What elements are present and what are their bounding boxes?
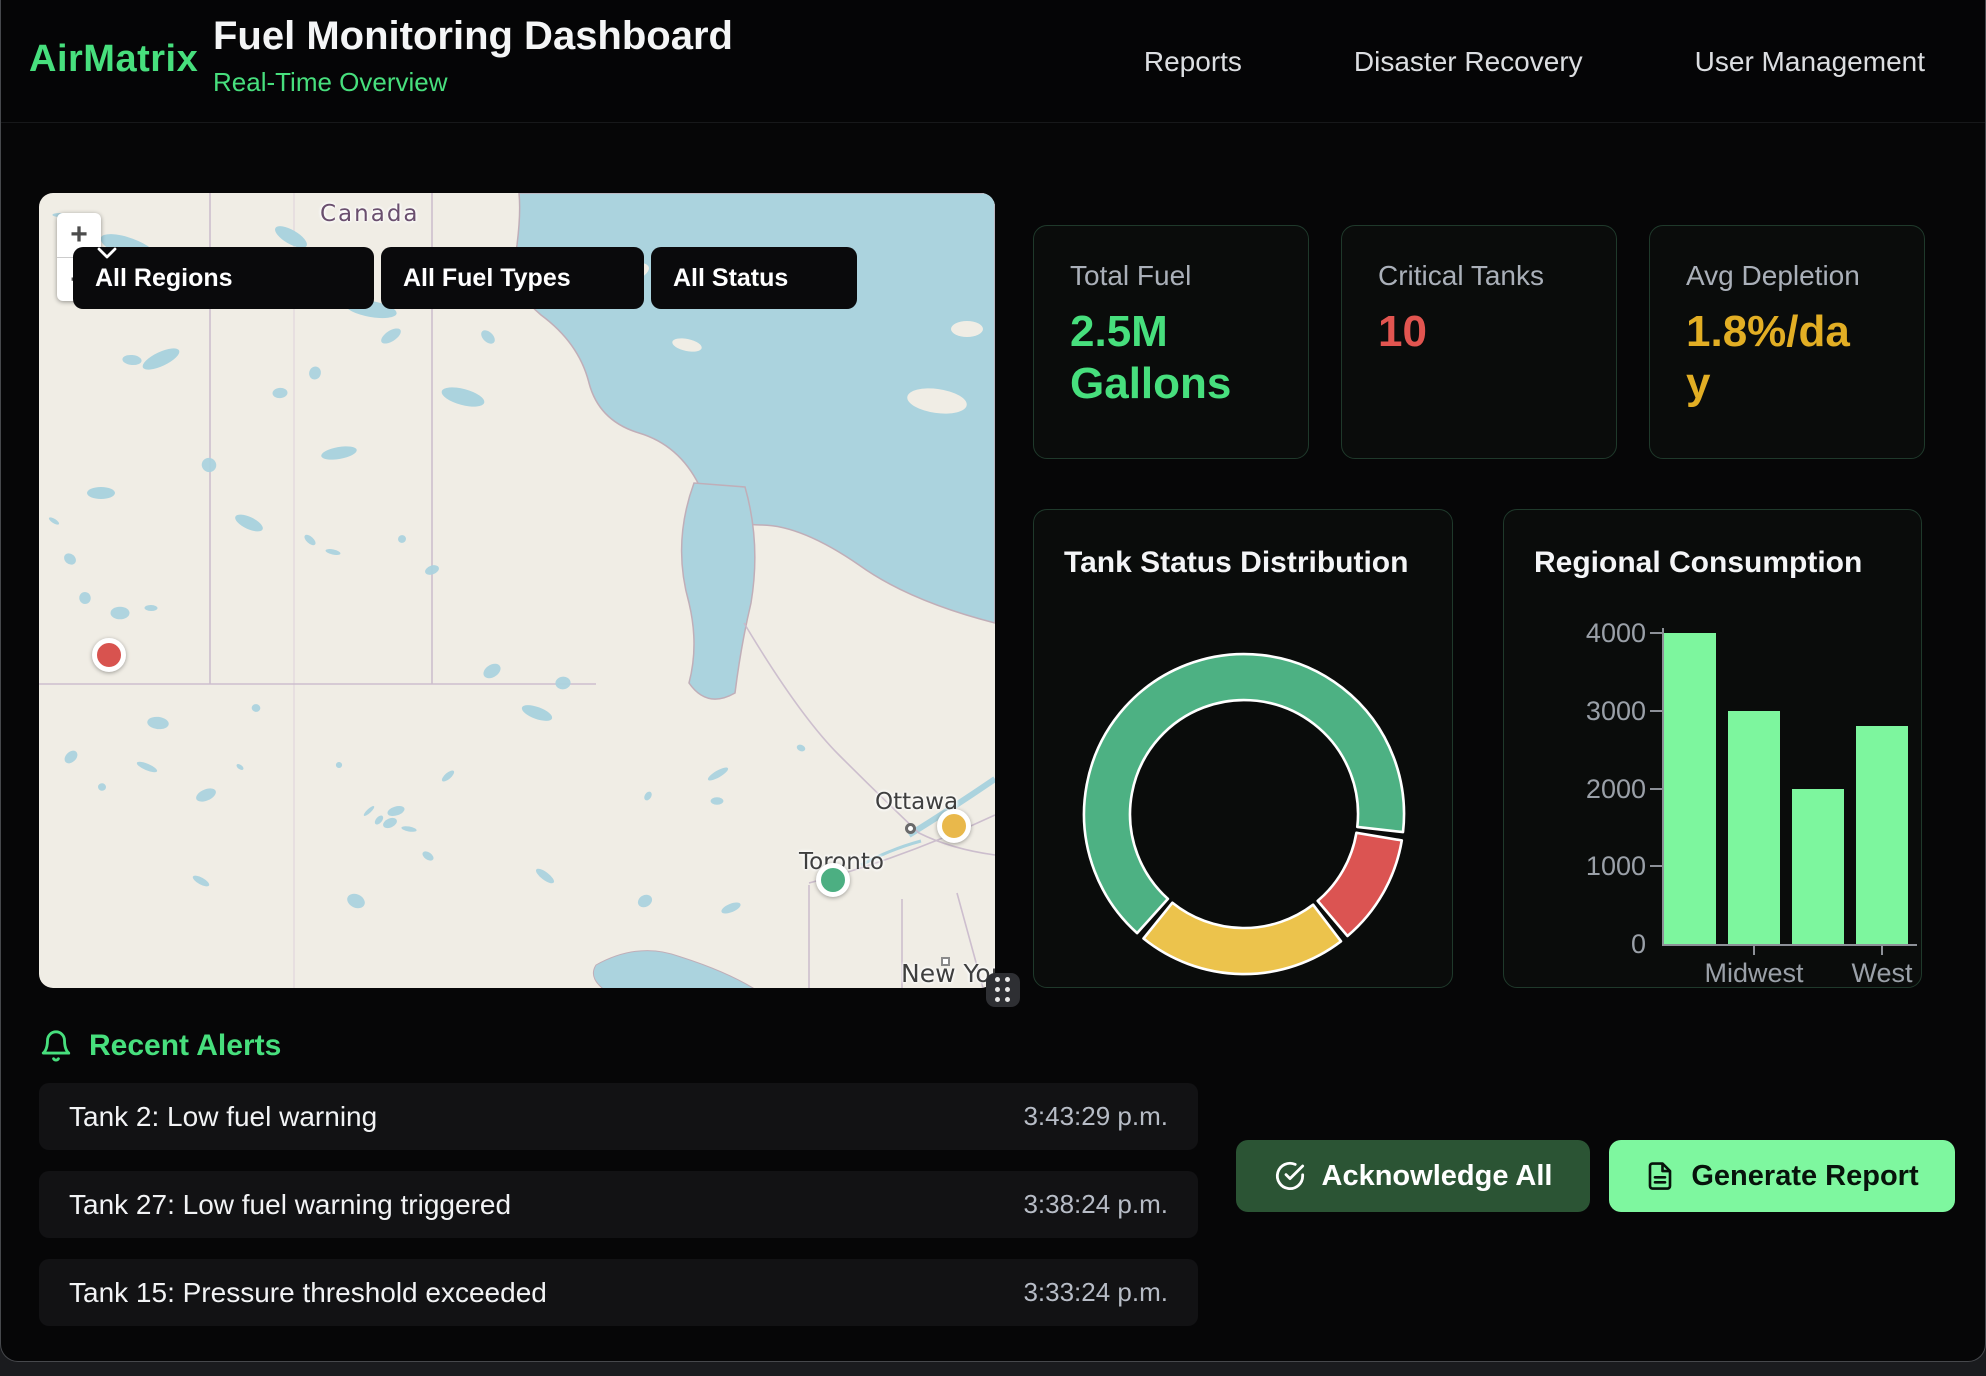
generate-report-label: Generate Report [1691, 1160, 1918, 1193]
alert-message: Tank 2: Low fuel warning [69, 1101, 377, 1133]
region-filter-value: All Regions [95, 264, 233, 293]
map-panel: Canada Ottawa Toronto New York + − All R… [39, 193, 995, 988]
y-axis-tick-label: 2000 [1526, 774, 1646, 805]
y-axis-tick [1650, 865, 1662, 867]
stat-card-total-fuel: Total Fuel 2.5M Gallons [1033, 225, 1309, 459]
y-axis-tick-label: 4000 [1526, 618, 1646, 649]
donut-segment [1318, 833, 1402, 936]
tank-marker-warning[interactable] [937, 809, 971, 843]
alert-timestamp: 3:38:24 p.m. [1023, 1189, 1168, 1220]
tank-status-card: Tank Status Distribution [1033, 509, 1453, 988]
y-axis-tick-label: 3000 [1526, 696, 1646, 727]
new-york-town-icon [941, 957, 950, 966]
consumption-bar [1664, 633, 1716, 944]
stat-label: Avg Depletion [1686, 260, 1888, 292]
x-axis-line [1662, 944, 1917, 946]
stat-value: 10 [1378, 306, 1553, 358]
report-document-icon [1645, 1161, 1675, 1191]
status-filter-value: All Status [673, 264, 788, 293]
bar-plot [1664, 633, 1908, 944]
title-block: Fuel Monitoring Dashboard Real-Time Over… [213, 14, 733, 98]
tank-status-donut-chart [1034, 510, 1454, 989]
y-axis-tick-label: 0 [1526, 929, 1646, 960]
alert-row[interactable]: Tank 27: Low fuel warning triggered 3:38… [39, 1171, 1198, 1238]
stat-label: Critical Tanks [1378, 260, 1580, 292]
consumption-bar [1856, 726, 1908, 944]
nav-disaster-recovery[interactable]: Disaster Recovery [1354, 46, 1583, 78]
alert-timestamp: 3:33:24 p.m. [1023, 1277, 1168, 1308]
stat-card-avg-depletion: Avg Depletion 1.8%/day [1649, 225, 1925, 459]
alert-timestamp: 3:43:29 p.m. [1023, 1101, 1168, 1132]
alert-message: Tank 27: Low fuel warning triggered [69, 1189, 511, 1221]
alert-message: Tank 15: Pressure threshold exceeded [69, 1277, 547, 1309]
fuel-type-filter-select[interactable]: All Fuel Types [381, 247, 644, 309]
map-resize-handle[interactable] [986, 973, 1020, 1007]
map-label-canada: Canada [320, 201, 420, 227]
recent-alerts-title: Recent Alerts [89, 1029, 281, 1063]
x-axis-tick [1881, 946, 1883, 955]
x-axis-tick [1753, 946, 1755, 955]
acknowledge-all-label: Acknowledge All [1322, 1160, 1553, 1193]
region-filter-select[interactable]: All Regions [73, 247, 374, 309]
stat-value: 2.5M Gallons [1070, 306, 1245, 410]
page-subtitle: Real-Time Overview [213, 67, 733, 98]
y-axis-tick [1650, 788, 1662, 790]
stat-label: Total Fuel [1070, 260, 1272, 292]
chevron-down-icon [97, 247, 117, 259]
nav-reports[interactable]: Reports [1144, 46, 1242, 78]
app-logo: AirMatrix [29, 38, 198, 81]
check-circle-icon [1274, 1160, 1306, 1192]
stats-row: Total Fuel 2.5M Gallons Critical Tanks 1… [1033, 225, 1925, 459]
alert-row[interactable]: Tank 15: Pressure threshold exceeded 3:3… [39, 1259, 1198, 1326]
alert-row[interactable]: Tank 2: Low fuel warning 3:43:29 p.m. [39, 1083, 1198, 1150]
status-filter-select[interactable]: All Status [651, 247, 857, 309]
generate-report-button[interactable]: Generate Report [1609, 1140, 1955, 1212]
regional-consumption-card: Regional Consumption 01000200030004000Mi… [1503, 509, 1922, 988]
y-axis-tick [1650, 710, 1662, 712]
map-canvas[interactable]: Canada Ottawa Toronto New York + − All R… [39, 193, 995, 988]
consumption-bar [1792, 789, 1844, 945]
tank-marker-normal[interactable] [816, 863, 850, 897]
main-nav: Reports Disaster Recovery User Managemen… [1144, 0, 1925, 123]
charts-row: Tank Status Distribution Regional Consum… [1033, 509, 1922, 988]
tank-marker-critical[interactable] [92, 638, 126, 672]
regional-consumption-bar-chart: 01000200030004000MidwestWest [1504, 510, 1923, 989]
page-title: Fuel Monitoring Dashboard [213, 14, 733, 59]
donut-segment [1144, 903, 1342, 974]
fuel-type-filter-value: All Fuel Types [403, 264, 571, 293]
x-axis-tick-label: West [1792, 958, 1972, 989]
y-axis-tick-label: 1000 [1526, 851, 1646, 882]
ottawa-town-icon [905, 823, 916, 834]
map-filters: All Regions All Fuel Types All Status [73, 247, 857, 309]
stat-card-critical-tanks: Critical Tanks 10 [1341, 225, 1617, 459]
nav-user-management[interactable]: User Management [1695, 46, 1925, 78]
acknowledge-all-button[interactable]: Acknowledge All [1236, 1140, 1590, 1212]
dashboard-root: AirMatrix Fuel Monitoring Dashboard Real… [0, 0, 1986, 1362]
stat-value: 1.8%/day [1686, 306, 1861, 410]
y-axis-tick [1650, 632, 1662, 634]
bell-icon [39, 1029, 73, 1063]
recent-alerts-header: Recent Alerts [39, 1029, 281, 1063]
consumption-bar [1728, 711, 1780, 944]
header: AirMatrix Fuel Monitoring Dashboard Real… [1, 0, 1985, 123]
